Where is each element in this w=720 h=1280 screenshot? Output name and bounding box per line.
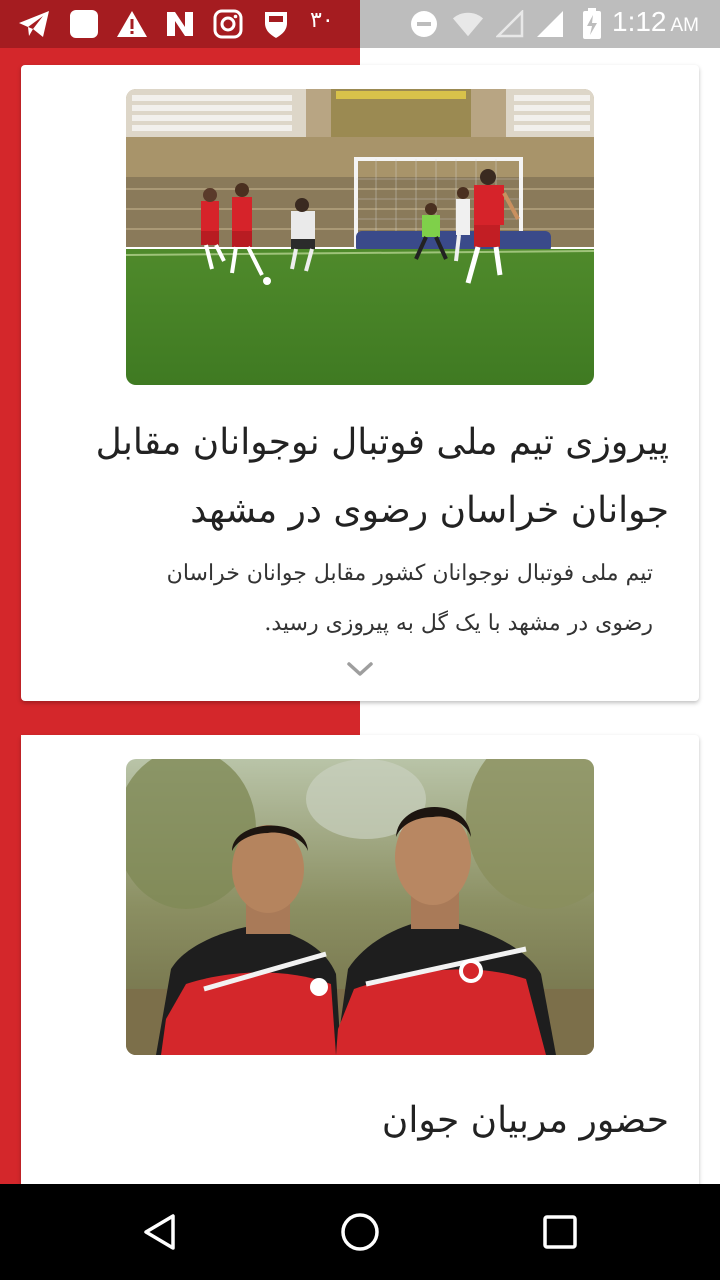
news-photo-football-match[interactable] bbox=[126, 89, 594, 385]
chevron-down-icon[interactable] bbox=[345, 659, 375, 679]
battery-charging-icon bbox=[576, 8, 608, 40]
n-app-icon bbox=[164, 8, 196, 40]
shield-icon bbox=[260, 8, 292, 40]
signal-icon bbox=[534, 8, 566, 40]
side-accent-strip bbox=[0, 735, 21, 1184]
back-icon[interactable] bbox=[136, 1208, 184, 1256]
news-photo-young-coaches[interactable] bbox=[126, 759, 594, 1055]
news-card[interactable]: حضور مربیان جوان bbox=[21, 735, 699, 1215]
home-icon[interactable] bbox=[336, 1208, 384, 1256]
message-icon bbox=[68, 8, 100, 40]
recents-icon[interactable] bbox=[536, 1208, 584, 1256]
navigation-bar bbox=[0, 1184, 720, 1280]
clock-ampm: AM bbox=[670, 15, 700, 36]
telegram-icon bbox=[18, 8, 50, 40]
status-time: 1:12 AM bbox=[612, 6, 699, 38]
news-title[interactable]: پیروزی تیم ملی فوتبال نوجوانان مقابل جوا… bbox=[61, 409, 669, 545]
notification-count: ۳۰ bbox=[310, 8, 334, 33]
clock-time: 1:12 bbox=[612, 6, 667, 37]
signal-empty-icon bbox=[494, 8, 526, 40]
warning-icon bbox=[116, 8, 148, 40]
news-summary: تیم ملی فوتبال نوجوانان کشور مقابل جوانا… bbox=[166, 561, 653, 636]
news-card[interactable]: پیروزی تیم ملی فوتبال نوجوانان مقابل جوا… bbox=[21, 65, 699, 701]
instagram-icon bbox=[212, 8, 244, 40]
wifi-icon bbox=[452, 8, 484, 40]
dnd-icon bbox=[408, 8, 440, 40]
news-title[interactable]: حضور مربیان جوان bbox=[61, 1087, 669, 1155]
status-bar: ۳۰ 1:12 AM bbox=[0, 0, 720, 48]
